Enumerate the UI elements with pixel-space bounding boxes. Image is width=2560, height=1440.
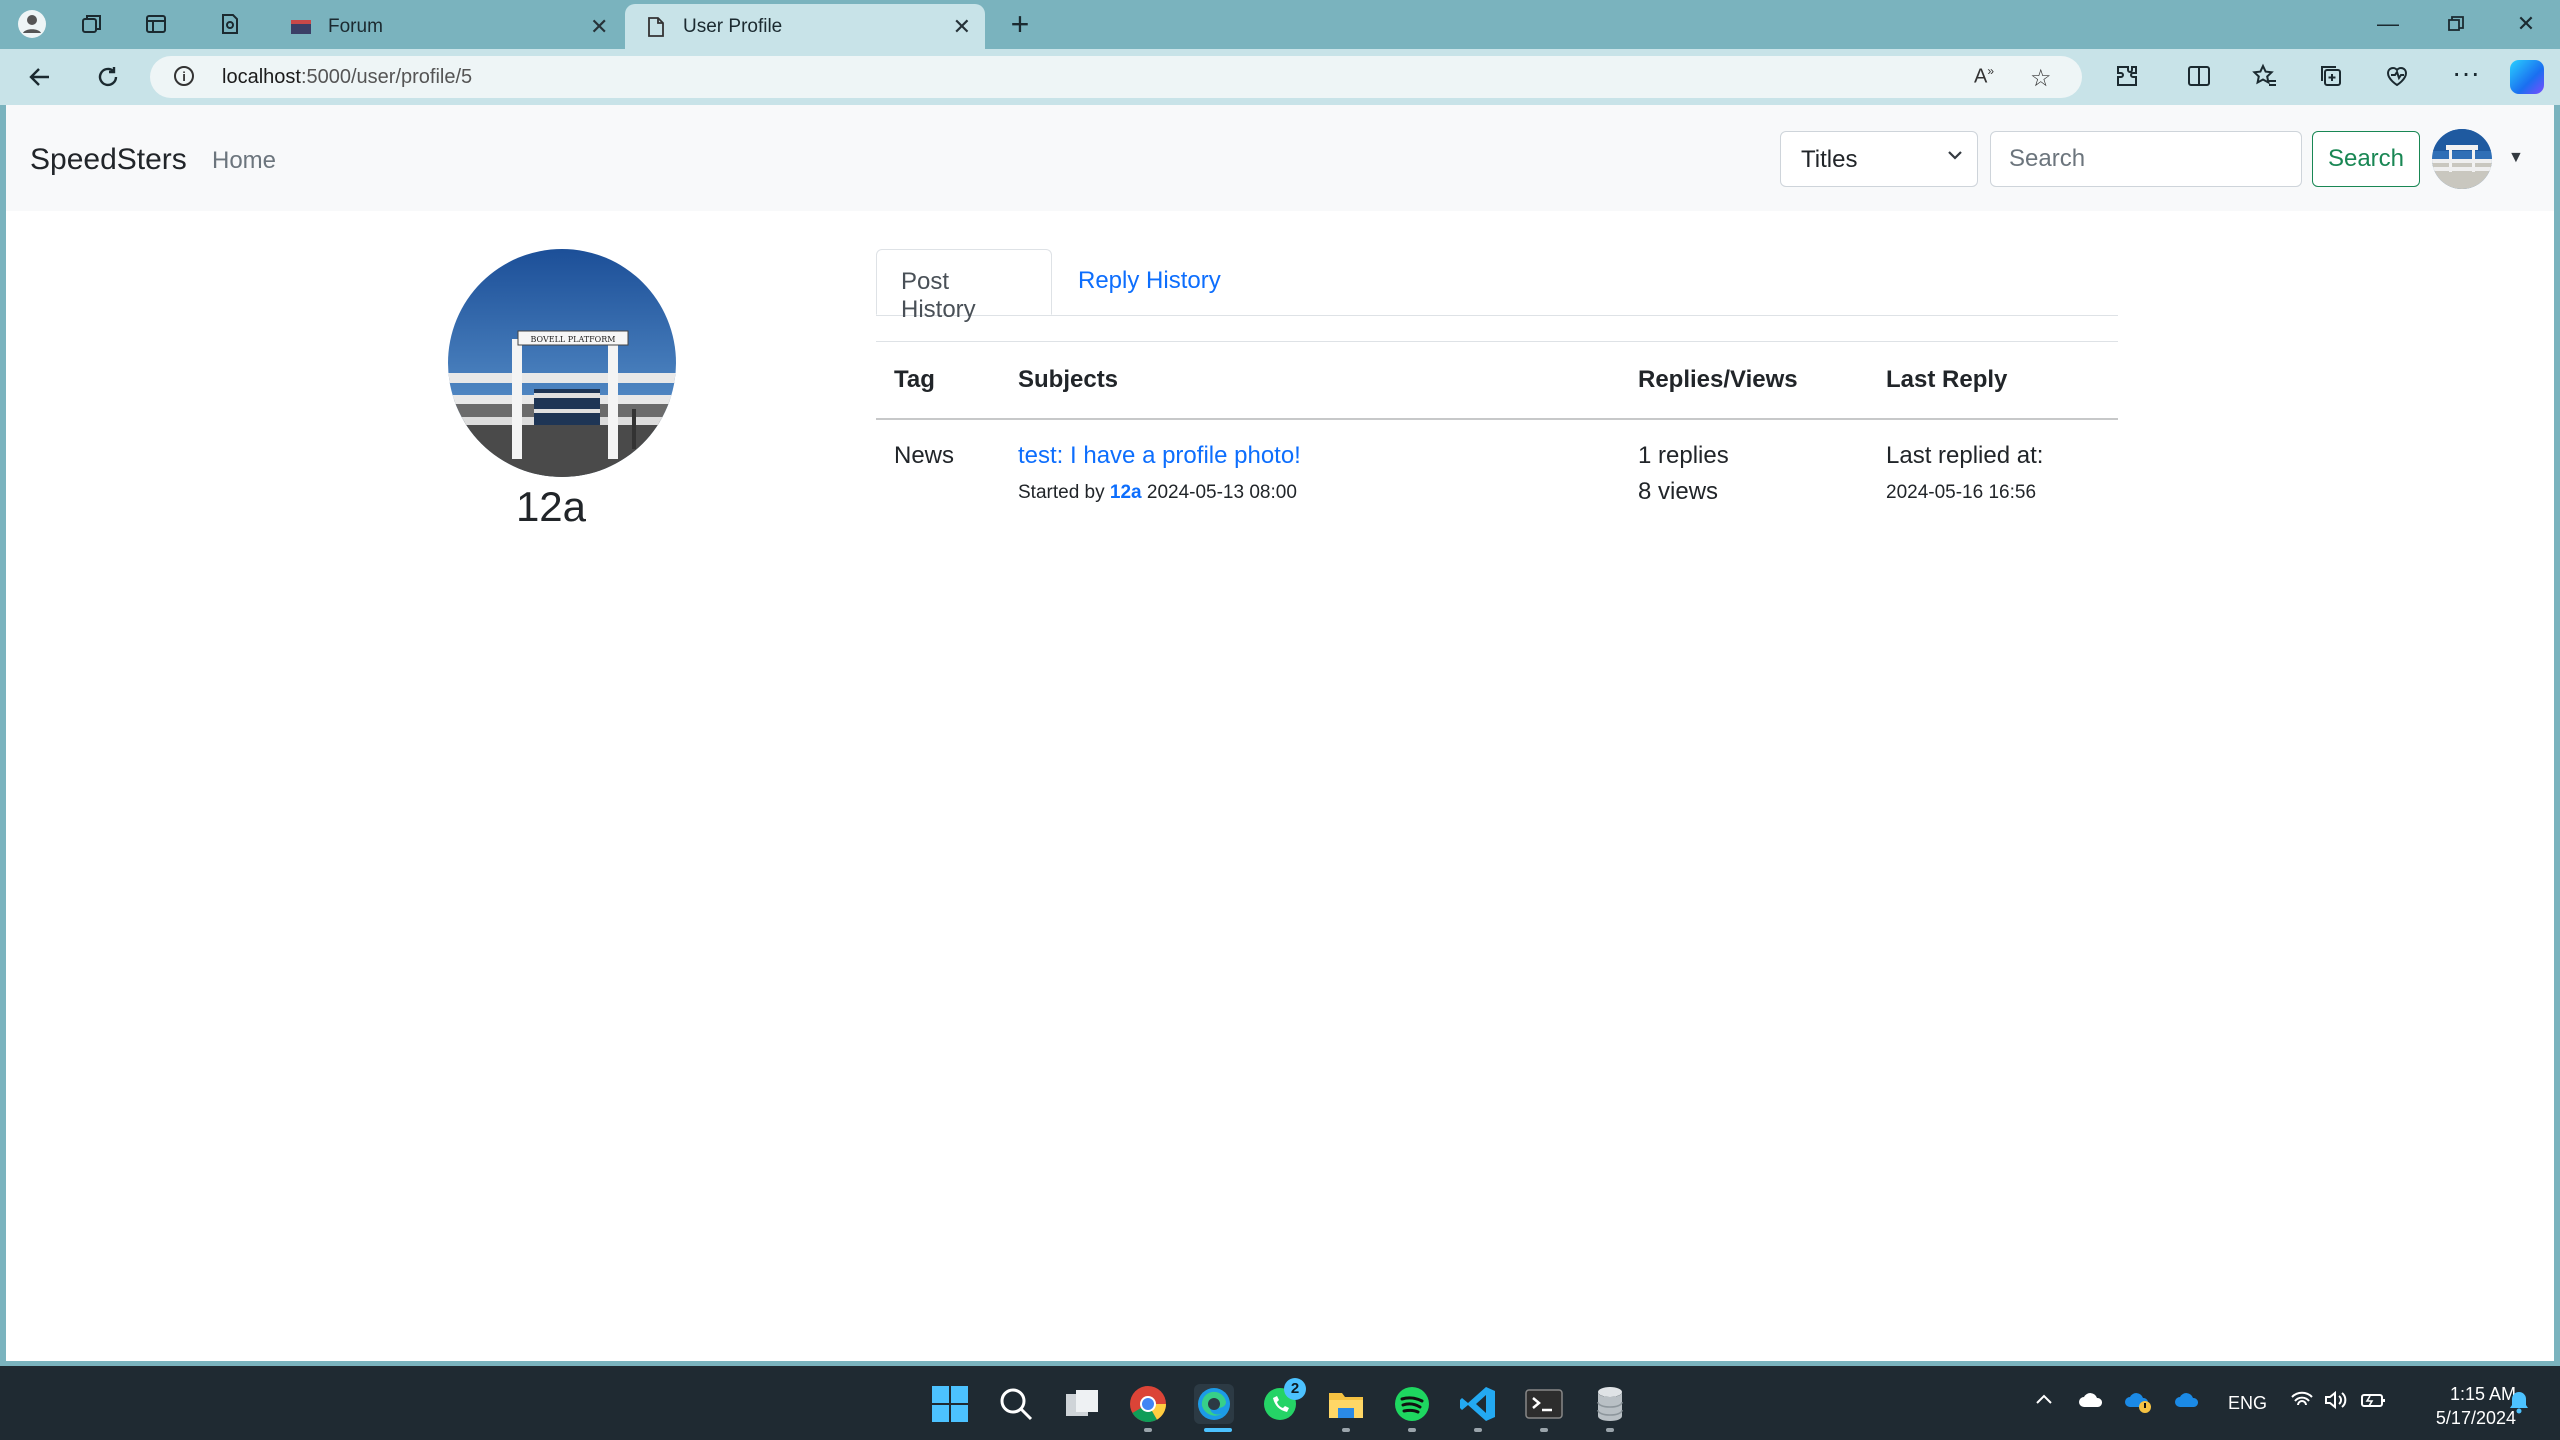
tab-reply-history[interactable]: Reply History <box>1054 249 1245 315</box>
row-started-by: Started by 12a 2024-05-13 08:00 <box>1018 482 1297 504</box>
restore-icon[interactable] <box>2426 6 2486 42</box>
terminal-icon[interactable] <box>1524 1384 1564 1424</box>
running-indicator <box>1474 1428 1482 1432</box>
database-icon[interactable] <box>1590 1384 1630 1424</box>
url-host: localhost <box>222 66 301 88</box>
tab-post-history[interactable]: Post History <box>876 249 1052 323</box>
row-views: 8 views <box>1638 478 1719 505</box>
photo-sign-text: BOVELL PLATFORM <box>531 335 616 344</box>
column-header: Replies/Views <box>1638 366 1798 393</box>
onedrive-cloud-icon[interactable] <box>2078 1390 2104 1416</box>
profile-icon[interactable] <box>10 6 54 42</box>
running-indicator <box>1540 1428 1548 1432</box>
site-info-icon[interactable]: i <box>174 66 194 86</box>
workspaces-icon[interactable] <box>70 6 114 42</box>
windows-taskbar: 2 ENG 1:15 AM 5/17/2024 <box>0 1366 2560 1440</box>
column-header: Subjects <box>1018 366 1119 393</box>
page-favicon-icon <box>645 16 667 38</box>
pinned-tab-icon[interactable] <box>208 6 252 42</box>
notification-bell-icon[interactable] <box>2508 1390 2530 1420</box>
site-navbar: SpeedSters Home Titles Search ▼ <box>6 105 2554 211</box>
address-bar[interactable]: i localhost:5000/user/profile/5 A» ☆ <box>150 56 2082 98</box>
search-scope-value: Titles <box>1801 146 1858 173</box>
search-icon[interactable] <box>996 1384 1036 1424</box>
started-at: 2024-05-13 08:00 <box>1146 482 1297 503</box>
browser-toolbar: i localhost:5000/user/profile/5 A» ☆ ··· <box>0 49 2560 105</box>
user-avatar[interactable] <box>2432 129 2492 189</box>
tab-user-profile[interactable]: User Profile ✕ <box>625 4 985 49</box>
new-tab-icon[interactable]: + <box>1000 6 1040 43</box>
tab-title: User Profile <box>683 15 783 37</box>
column-header: Tag <box>894 366 935 393</box>
row-last-reply-label: Last replied at: <box>1886 442 2044 469</box>
read-aloud-icon[interactable]: A» <box>1974 64 1994 89</box>
site-brand[interactable]: SpeedSters <box>30 143 187 177</box>
forum-favicon-icon <box>290 16 312 38</box>
url-text[interactable]: localhost:5000/user/profile/5 <box>222 66 472 89</box>
browser-essentials-icon[interactable] <box>2384 63 2410 96</box>
favorite-star-icon[interactable]: ☆ <box>2030 64 2052 93</box>
notification-badge: 2 <box>1284 1378 1306 1400</box>
profile-photo: BOVELL PLATFORM <box>448 249 676 477</box>
browser-tab-strip: Forum User Profile ✕ ✕ + — ✕ <box>0 0 2560 49</box>
copilot-icon[interactable] <box>2510 60 2544 94</box>
tab-forum[interactable]: Forum <box>270 4 622 49</box>
refresh-icon[interactable] <box>86 57 130 97</box>
search-input[interactable] <box>1990 131 2302 187</box>
favorites-icon[interactable] <box>2252 63 2278 96</box>
history-tabs: Post History Reply History <box>876 249 2118 323</box>
user-menu-caret-icon[interactable]: ▼ <box>2508 149 2524 167</box>
running-indicator <box>1144 1428 1152 1432</box>
onedrive-blue-icon[interactable] <box>2174 1390 2200 1416</box>
clock-date: 5/17/2024 <box>2435 1408 2516 1428</box>
profile-username: 12a <box>515 483 587 530</box>
row-tag: News <box>894 442 955 469</box>
spotify-icon[interactable] <box>1392 1384 1432 1424</box>
edge-icon[interactable] <box>1194 1384 1234 1424</box>
show-hidden-icons-icon[interactable] <box>2034 1390 2054 1416</box>
chevron-down-icon <box>1947 146 1963 169</box>
author-link[interactable]: 12a <box>1110 482 1142 503</box>
close-window-icon[interactable]: ✕ <box>2496 6 2556 42</box>
file-explorer-icon[interactable] <box>1326 1384 1366 1424</box>
close-tab-icon[interactable]: ✕ <box>590 14 608 40</box>
battery-icon[interactable] <box>2360 1390 2388 1416</box>
collections-icon[interactable] <box>2318 63 2344 96</box>
row-replies: 1 replies <box>1638 442 1729 469</box>
tab-actions-icon[interactable] <box>134 6 178 42</box>
onedrive-warning-icon[interactable] <box>2124 1390 2152 1420</box>
active-indicator <box>1204 1428 1232 1432</box>
more-options-icon[interactable]: ··· <box>2452 57 2480 89</box>
started-by-label: Started by <box>1018 482 1105 503</box>
table-header-divider <box>876 418 2118 420</box>
close-tab-icon[interactable]: ✕ <box>953 14 971 40</box>
row-subject-link[interactable]: test: I have a profile photo! <box>1018 442 1301 470</box>
nav-home-link[interactable]: Home <box>212 147 276 175</box>
post-history-table: Tag Subjects Replies/Views Last Reply Ne… <box>876 341 2118 505</box>
search-scope-select[interactable]: Titles <box>1780 131 1978 187</box>
chrome-icon[interactable] <box>1128 1384 1168 1424</box>
vscode-icon[interactable] <box>1458 1384 1498 1424</box>
volume-icon[interactable] <box>2324 1390 2350 1416</box>
web-page: SpeedSters Home Titles Search ▼ <box>6 105 2554 1361</box>
column-header: Last Reply <box>1886 366 2008 393</box>
split-screen-icon[interactable] <box>2186 63 2212 96</box>
running-indicator <box>1606 1428 1614 1432</box>
search-button[interactable]: Search <box>2312 131 2420 187</box>
task-view-icon[interactable] <box>1062 1384 1102 1424</box>
minimize-icon[interactable]: — <box>2358 6 2418 42</box>
running-indicator <box>1342 1428 1350 1432</box>
system-clock[interactable]: 1:15 AM 5/17/2024 <box>2406 1382 2516 1430</box>
running-indicator <box>1408 1428 1416 1432</box>
wifi-icon[interactable] <box>2290 1390 2314 1416</box>
language-indicator[interactable]: ENG <box>2228 1393 2267 1414</box>
start-icon[interactable] <box>930 1384 970 1424</box>
back-icon[interactable] <box>18 57 62 97</box>
extensions-icon[interactable] <box>2114 63 2140 96</box>
clock-time: 1:15 AM <box>2449 1384 2516 1404</box>
url-path: :5000/user/profile/5 <box>300 66 473 88</box>
row-last-reply-time: 2024-05-16 16:56 <box>1886 482 2037 503</box>
tab-title: Forum <box>328 15 383 37</box>
